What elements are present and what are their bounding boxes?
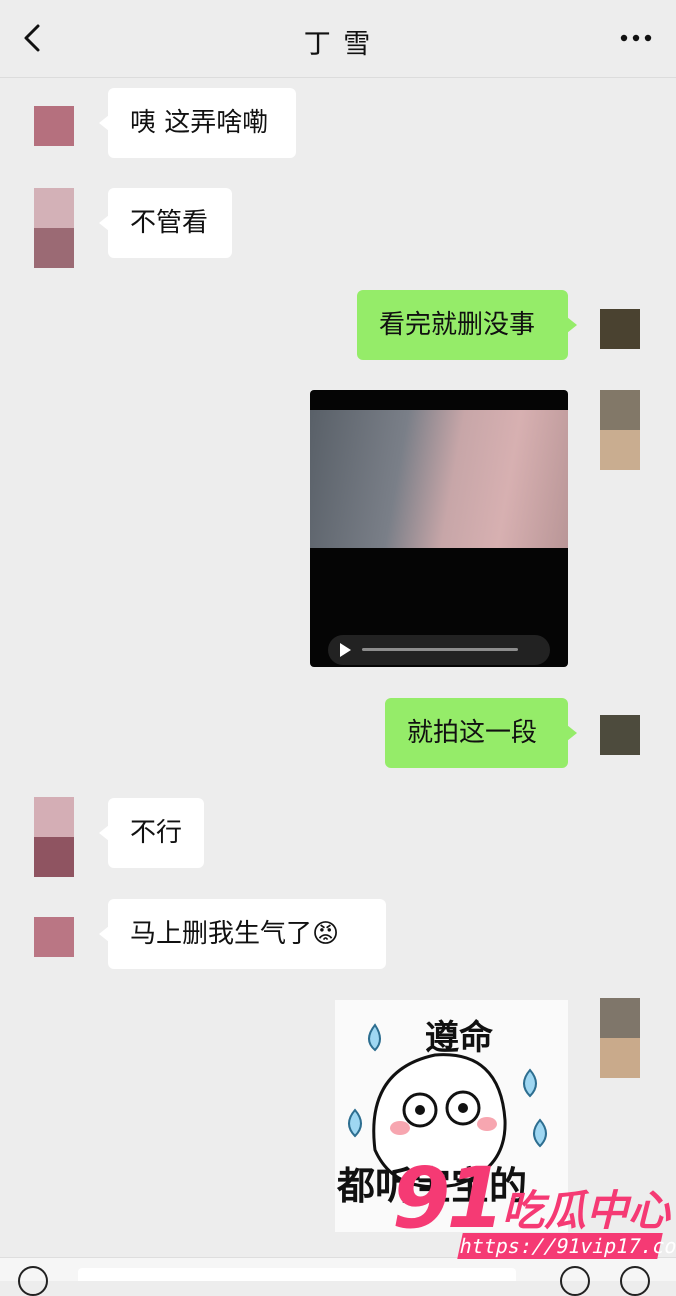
message-text: 不管看 — [130, 208, 209, 238]
video-progress-track[interactable] — [362, 648, 518, 651]
avatar[interactable] — [34, 917, 74, 957]
video-message[interactable] — [310, 390, 568, 667]
more-dots-icon[interactable] — [614, 18, 658, 58]
avatar[interactable] — [34, 797, 74, 877]
avatar[interactable] — [600, 998, 640, 1078]
message-text: 马上删我生气了😡 — [130, 919, 340, 949]
message-bubble-incoming[interactable]: 马上删我生气了😡 — [99, 899, 386, 969]
avatar[interactable] — [34, 106, 74, 146]
message-input[interactable] — [78, 1268, 516, 1281]
message-text: 就拍这一段 — [407, 718, 538, 748]
chat-title: 丁 雪 — [303, 29, 373, 60]
message-text: 不行 — [130, 818, 183, 848]
watermark-brand: 吃瓜中心 — [502, 1186, 671, 1235]
message-bubble-incoming[interactable]: 不行 — [99, 798, 204, 868]
chat-header: 丁 雪 — [0, 0, 676, 78]
avatar[interactable] — [600, 715, 640, 755]
video-thumbnail — [310, 410, 568, 548]
voice-icon[interactable] — [18, 1266, 48, 1296]
message-bubble-incoming[interactable]: 咦 这弄啥嘞 — [99, 88, 296, 158]
add-icon[interactable] — [620, 1266, 650, 1296]
message-text: 咦 这弄啥嘞 — [130, 108, 269, 138]
play-icon[interactable] — [340, 643, 351, 657]
video-controls[interactable] — [328, 635, 550, 665]
avatar[interactable] — [600, 309, 640, 349]
sticker-text-top: 遵命 — [425, 1018, 493, 1058]
watermark-url: https://91vip17.com — [457, 1233, 676, 1259]
message-bubble-incoming[interactable]: 不管看 — [99, 188, 232, 258]
emoji-icon[interactable] — [560, 1266, 590, 1296]
message-bubble-outgoing[interactable]: 看完就删没事 — [357, 290, 577, 360]
watermark-logo: 91 吃瓜中心 https://91vip17.com — [392, 1149, 676, 1267]
message-bubble-outgoing[interactable]: 就拍这一段 — [385, 698, 577, 768]
avatar[interactable] — [34, 188, 74, 268]
message-text: 看完就删没事 — [379, 310, 536, 340]
avatar[interactable] — [600, 390, 640, 470]
